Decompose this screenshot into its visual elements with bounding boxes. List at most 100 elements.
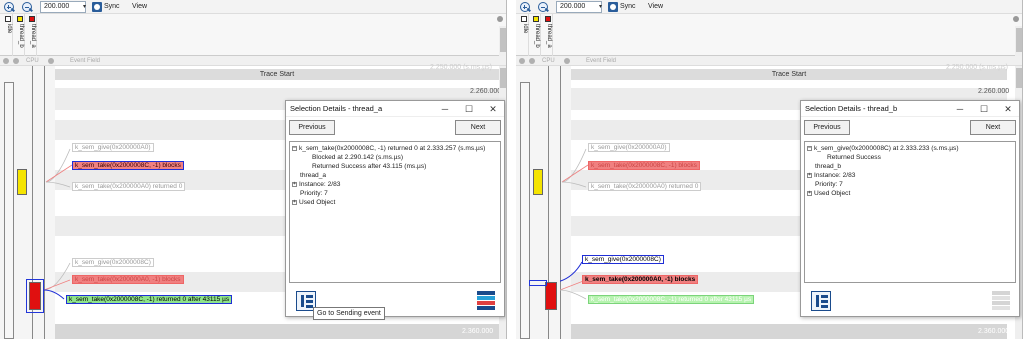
collapse-icon[interactable]: – (292, 145, 297, 151)
filter-icon[interactable] (13, 58, 19, 64)
time-label: 2.250.000 (s.ms.µs) (946, 64, 1009, 71)
time-label: 2.260.000 (978, 88, 1010, 95)
idle-activity-block[interactable] (520, 82, 530, 339)
tree-item-label: thread_b (815, 163, 842, 170)
expand-icon[interactable]: + (292, 181, 297, 187)
expand-icon[interactable]: + (807, 190, 812, 196)
tree-item[interactable]: Priority: 7 (292, 189, 498, 198)
tree-item[interactable]: thread_a (292, 171, 498, 180)
tree-item-label: Returned Success after 43.115 (ms.µs) (312, 163, 427, 170)
close-icon[interactable]: ✕ (488, 101, 498, 117)
event-sem-give-a0[interactable]: k_sem_give(0x200000A0) (72, 143, 154, 152)
header-col-thread-b[interactable]: thread_b (16, 14, 25, 56)
zoom-dropdown-icon[interactable]: ▾ (596, 1, 605, 13)
header-col-thread-a[interactable]: thread_a (28, 14, 37, 56)
thread-header: idle thread_b thread_a (0, 14, 506, 56)
previous-button[interactable]: Previous (289, 120, 335, 135)
time-band (55, 324, 506, 339)
event-field-label: Event Field (586, 58, 617, 64)
tree-item[interactable]: + Instance: 2/83 (292, 180, 498, 189)
tree-item[interactable]: – k_sem_take(0x2000008C, -1) returned 0 a… (292, 144, 498, 153)
thread-a-activity-block[interactable] (545, 282, 557, 310)
event-field-settings-icon[interactable] (48, 58, 54, 64)
event-sem-take-8c-returned[interactable]: k_sem_take(0x2000008C, -1) returned 0 af… (588, 295, 755, 304)
zoom-out-icon[interactable] (538, 2, 548, 12)
go-to-receiving-event-icon[interactable] (992, 291, 1010, 311)
header-col-thread-b[interactable]: thread_b (532, 14, 541, 56)
tree-item[interactable]: Returned Success (807, 153, 1013, 162)
view-menu[interactable]: View (648, 2, 663, 12)
event-sem-take-a0-blocks[interactable]: k_sem_take(0x200000A0, -1) blocks (582, 275, 699, 284)
tree-item[interactable]: + Used Object (292, 198, 498, 207)
go-to-receiving-event-icon[interactable] (477, 291, 495, 311)
event-sem-give-8c[interactable]: k_sem_give(0x2000008C) (582, 255, 664, 264)
tree-item-label: Instance: 2/83 (814, 172, 856, 179)
maximize-icon[interactable]: ☐ (464, 101, 474, 117)
event-field-settings-icon[interactable] (564, 58, 570, 64)
tree-item[interactable]: – k_sem_give(0x2000008C) at 2.333.233 (s.… (807, 144, 1013, 153)
header-options-icon[interactable] (497, 16, 503, 22)
thread-b-activity-block[interactable] (17, 169, 27, 195)
header-col-idle[interactable]: idle (4, 14, 13, 56)
collapse-icon[interactable]: – (807, 145, 812, 151)
expand-icon[interactable]: + (807, 172, 812, 178)
tree-item[interactable]: Returned Success after 43.115 (ms.µs) (292, 162, 498, 171)
header-scrollbar[interactable] (1015, 26, 1022, 56)
header-col-thread-a[interactable]: thread_a (544, 14, 553, 56)
go-to-sending-event-icon[interactable] (811, 291, 831, 311)
maximize-icon[interactable]: ☐ (979, 101, 989, 117)
view-menu[interactable]: View (132, 2, 147, 12)
event-sem-give-a0[interactable]: k_sem_give(0x200000A0) (588, 143, 670, 152)
next-button[interactable]: Next (455, 120, 501, 135)
event-sem-take-a0-blocks[interactable]: k_sem_take(0x200000A0, -1) blocks (72, 275, 184, 284)
details-tree[interactable]: – k_sem_give(0x2000008C) at 2.333.233 (s.… (804, 141, 1016, 283)
expand-icon[interactable]: + (292, 199, 297, 205)
selection-highlight (26, 279, 44, 313)
event-field-label: Event Field (70, 58, 101, 64)
event-sem-give-8c[interactable]: k_sem_give(0x2000008C) (72, 258, 154, 267)
tree-item[interactable]: Blocked at 2.290.142 (s.ms.µs) (292, 153, 498, 162)
sync-label[interactable]: Sync (620, 2, 636, 12)
zoom-in-icon[interactable] (4, 2, 14, 12)
tree-item[interactable]: thread_b (807, 162, 1013, 171)
event-sem-take-8c-blocks[interactable]: k_sem_take(0x2000008C, -1) blocks (588, 161, 700, 170)
tree-item-label: Used Object (299, 199, 336, 206)
thread-a-color-swatch (545, 16, 551, 22)
close-icon[interactable]: ✕ (1003, 101, 1013, 117)
selection-details-dialog: Selection Details - thread_a ─ ☐ ✕ Previ… (285, 100, 505, 320)
tree-item[interactable]: Priority: 7 (807, 180, 1013, 189)
tree-item[interactable]: + Used Object (807, 189, 1013, 198)
header-label-thread-b: thread_b (534, 24, 540, 48)
zoom-out-icon[interactable] (22, 2, 32, 12)
details-tree[interactable]: – k_sem_take(0x2000008C, -1) returned 0 a… (289, 141, 501, 283)
dialog-title-text: Selection Details - thread_a (290, 104, 383, 113)
header-label-idle: idle (6, 24, 12, 34)
header-options-icon[interactable] (1013, 16, 1019, 22)
dialog-title-text: Selection Details - thread_b (805, 104, 898, 113)
minimize-icon[interactable]: ─ (440, 101, 450, 117)
event-sem-take-a0-returned[interactable]: k_sem_take(0x200000A0) returned 0 (72, 182, 186, 191)
sync-label[interactable]: Sync (104, 2, 120, 12)
minimize-icon[interactable]: ─ (955, 101, 965, 117)
trace-start-label: Trace Start (571, 69, 1007, 80)
event-sem-take-8c-returned[interactable]: k_sem_take(0x2000008C, -1) returned 0 af… (66, 295, 233, 304)
next-button[interactable]: Next (970, 120, 1016, 135)
tree-item[interactable]: + Instance: 2/83 (807, 171, 1013, 180)
header-scrollbar[interactable] (499, 26, 506, 56)
settings-icon[interactable] (3, 58, 9, 64)
header-col-idle[interactable]: idle (520, 14, 529, 56)
filter-icon[interactable] (529, 58, 535, 64)
event-sem-take-8c-blocks[interactable]: k_sem_take(0x2000008C, -1) blocks (72, 161, 184, 170)
thread-b-activity-block[interactable] (533, 169, 543, 195)
zoom-dropdown-icon[interactable]: ▾ (80, 1, 89, 13)
header-label-thread-a: thread_a (546, 24, 552, 48)
previous-button[interactable]: Previous (804, 120, 850, 135)
sync-icon[interactable] (608, 2, 618, 12)
zoom-in-icon[interactable] (520, 2, 530, 12)
thread-b-color-swatch (17, 16, 23, 22)
sync-icon[interactable] (92, 2, 102, 12)
settings-icon[interactable] (519, 58, 525, 64)
thread-header: idle thread_b thread_a (516, 14, 1022, 56)
event-sem-take-a0-returned[interactable]: k_sem_take(0x200000A0) returned 0 (588, 182, 702, 191)
idle-activity-block[interactable] (4, 82, 14, 339)
